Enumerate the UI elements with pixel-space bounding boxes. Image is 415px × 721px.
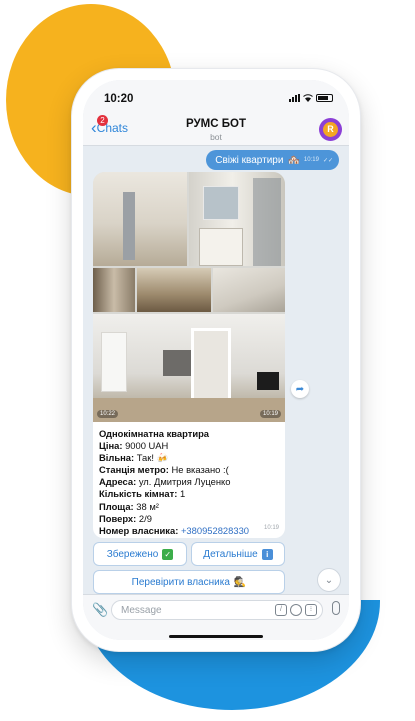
info-icon: i <box>261 548 273 560</box>
detective-icon: 🕵️ <box>233 576 247 588</box>
photo-living-room[interactable] <box>137 268 211 312</box>
listing-address: ул. Дмитрия Луценко <box>138 476 231 488</box>
status-bar: 10:20 <box>83 80 349 110</box>
photo-hallway[interactable] <box>93 268 135 312</box>
message-composer: 📎 Message / ⁝ <box>83 594 349 640</box>
check-owner-button[interactable]: Перевірити власника 🕵️ <box>93 570 285 594</box>
home-indicator <box>169 635 263 638</box>
phone-screen: 10:20 ‹ Chats 2 РУМС БОТ bot R Свіжі ква… <box>83 80 349 640</box>
details-button-label: Детальніше <box>203 548 258 560</box>
listing-metro: Не вказано :( <box>171 464 229 476</box>
photo-album[interactable]: 10:22 10:19 <box>93 172 285 422</box>
status-icons <box>289 94 333 102</box>
command-icon[interactable]: / <box>275 604 287 616</box>
photo-studio-room[interactable]: 10:22 10:19 <box>93 314 285 422</box>
bot-avatar[interactable]: R <box>319 118 342 141</box>
listing-area: 38 м² <box>136 500 159 512</box>
signal-icon <box>289 94 300 102</box>
photo-time: 10:19 <box>259 410 281 418</box>
chevron-down-icon: ⌄ <box>324 574 334 586</box>
photo-kitchen[interactable] <box>213 268 285 312</box>
message-input[interactable]: Message / ⁝ <box>111 600 323 620</box>
listing-available: Так! 🍻 <box>136 452 169 464</box>
read-checks-icon: ✓✓ <box>322 157 333 164</box>
chat-header: ‹ Chats 2 РУМС БОТ bot R <box>83 110 349 146</box>
listing-time: 10:19 <box>263 524 279 531</box>
paperclip-icon[interactable]: 📎 <box>92 602 108 618</box>
saved-button-label: Збережено <box>106 548 159 560</box>
owner-phone-link[interactable]: +380952828330 <box>181 525 249 536</box>
listing-price: 9000 UAH <box>125 440 169 452</box>
photo-bathroom-tiles[interactable] <box>93 172 187 266</box>
listing-title: Однокімнатна квартира <box>99 428 210 439</box>
outgoing-message-text: Свіжі квартири <box>215 154 284 166</box>
outgoing-message[interactable]: Свіжі квартири 🏘️ 10:19 ✓✓ <box>206 150 339 170</box>
input-icons: / ⁝ <box>275 604 317 616</box>
scroll-down-button[interactable]: ⌄ <box>317 568 341 592</box>
listing-message[interactable]: Однокімнатна квартира Ціна: 9000 UAH Віл… <box>93 422 285 538</box>
photo-time-small: 10:22 <box>97 410 119 418</box>
battery-icon <box>316 94 333 102</box>
microphone-icon[interactable] <box>332 601 340 615</box>
listing-rooms: 1 <box>179 488 186 500</box>
outgoing-message-time: 10:19 <box>303 157 319 163</box>
sticker-icon[interactable] <box>290 604 302 616</box>
message-placeholder: Message <box>121 605 162 616</box>
check-mark-icon: ✓ <box>162 548 174 560</box>
saved-button[interactable]: Збережено ✓ <box>93 542 187 566</box>
avatar-logo-icon: R <box>323 122 338 137</box>
status-time: 10:20 <box>104 93 134 105</box>
keyboard-icon[interactable]: ⁝ <box>305 604 317 616</box>
photo-bathroom-sink[interactable] <box>189 172 285 266</box>
wifi-icon <box>303 94 313 102</box>
houses-emoji-icon: 🏘️ <box>287 154 300 166</box>
chat-title[interactable]: РУМС БОТ <box>83 118 349 130</box>
listing-floor: 2/9 <box>138 512 152 524</box>
check-owner-button-label: Перевірити власника <box>131 576 230 588</box>
message-list[interactable]: Свіжі квартири 🏘️ 10:19 ✓✓ 10:22 10:19 ➦… <box>83 146 349 600</box>
details-button[interactable]: Детальніше i <box>191 542 285 566</box>
chat-subtitle: bot <box>210 132 222 142</box>
share-icon[interactable]: ➦ <box>291 380 309 398</box>
